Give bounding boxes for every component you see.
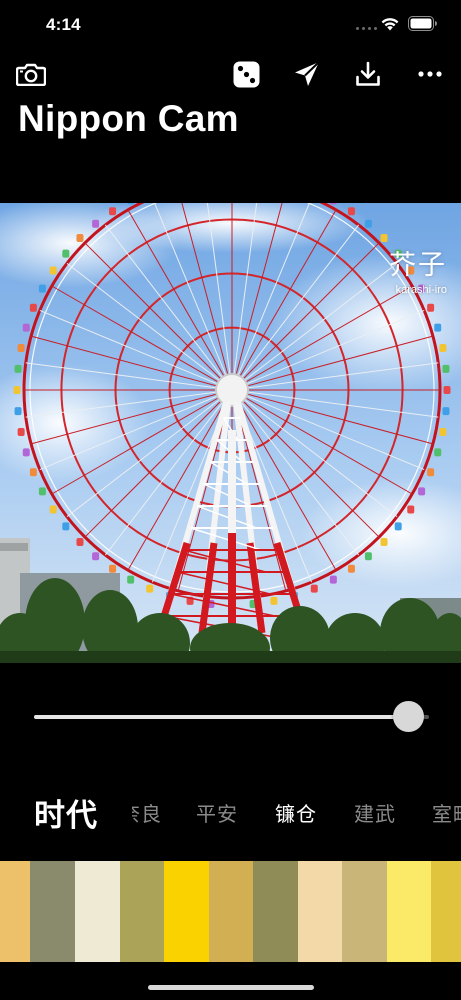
color-name-chinese: 芥子	[389, 250, 447, 281]
send-icon	[295, 61, 320, 86]
status-time: 4:14	[46, 15, 81, 34]
tab-kamakura[interactable]: 镰仓	[275, 798, 317, 827]
wifi-icon	[381, 18, 399, 31]
color-swatch[interactable]	[387, 861, 431, 962]
color-name-overlay: 芥子 karashi-iro	[389, 243, 447, 296]
share-button[interactable]	[291, 58, 323, 90]
color-swatch[interactable]	[209, 861, 253, 962]
color-swatch[interactable]	[431, 861, 461, 962]
color-swatch[interactable]	[75, 861, 120, 962]
camera-icon	[16, 63, 46, 86]
tab-heian[interactable]: 平安	[196, 798, 238, 827]
adjustment-slider[interactable]	[34, 700, 429, 734]
color-swatch[interactable]	[253, 861, 298, 962]
color-swatch[interactable]	[298, 861, 342, 962]
more-button[interactable]	[414, 58, 446, 90]
tab-muromachi[interactable]: 室町	[432, 798, 461, 827]
home-indicator	[148, 985, 314, 990]
more-icon	[418, 71, 442, 77]
download-icon	[356, 61, 380, 86]
era-bar: 时代 奈良 平安 镰仓 建武 室町	[0, 780, 461, 842]
app-title: Nippon Cam	[18, 98, 239, 139]
color-swatch[interactable]	[120, 861, 164, 962]
color-swatch[interactable]	[164, 861, 209, 962]
dice-icon	[233, 61, 259, 87]
save-button[interactable]	[352, 58, 384, 90]
camera-button[interactable]	[15, 58, 47, 90]
tab-nara[interactable]: 奈良	[132, 798, 162, 827]
battery-icon	[408, 16, 437, 31]
color-swatch[interactable]	[342, 861, 387, 962]
slider-thumb[interactable]	[393, 701, 424, 732]
era-label: 时代	[34, 798, 98, 834]
color-swatch-strip[interactable]	[0, 861, 461, 962]
color-swatch[interactable]	[30, 861, 75, 962]
color-name-romaji: karashi-iro	[395, 284, 447, 296]
tab-kenmu[interactable]: 建武	[354, 798, 396, 827]
photo-preview[interactable]: 芥子 karashi-iro	[0, 203, 461, 663]
slider-fill	[34, 715, 409, 719]
color-swatch[interactable]	[0, 861, 30, 962]
random-color-button[interactable]	[230, 58, 262, 90]
status-bar: 4:14	[0, 0, 461, 48]
status-dots	[356, 27, 377, 30]
era-tabs[interactable]: 奈良 平安 镰仓 建武 室町	[132, 780, 461, 842]
